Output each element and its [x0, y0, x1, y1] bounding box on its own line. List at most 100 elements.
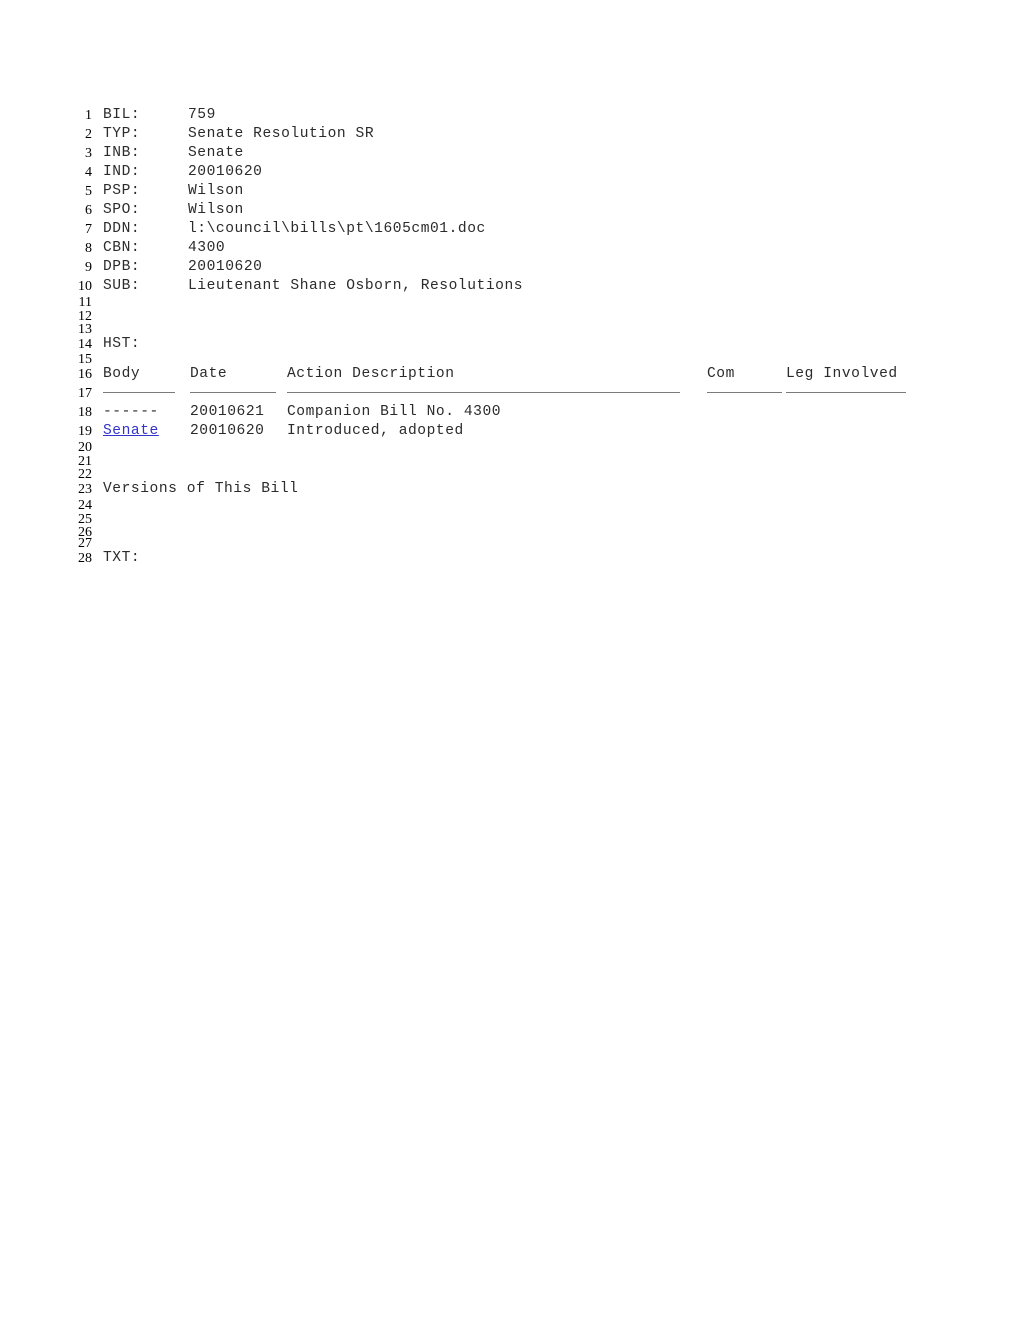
field-content: DDN: l:\council\bills\pt\1605cm01.doc	[103, 220, 486, 239]
blank-line: 11	[0, 296, 1020, 310]
field-value: l:\council\bills\pt\1605cm01.doc	[188, 221, 486, 237]
field-row: 10 SUB: Lieutenant Shane Osborn, Resoluti…	[0, 277, 1020, 296]
field-content: IND: 20010620	[103, 163, 262, 182]
field-content: CBN: 4300	[103, 239, 225, 258]
line-number: 20	[78, 440, 92, 455]
cell-action-description: Companion Bill No. 4300	[287, 404, 502, 420]
line-number: 22	[78, 467, 92, 482]
line-number: 11	[78, 295, 92, 310]
field-label: BIL:	[103, 107, 141, 123]
blank-line: 26	[0, 526, 1020, 540]
column-header-leg-involved: Leg Involved	[786, 366, 898, 382]
history-table-separator-row: 17	[0, 384, 1020, 403]
field-content: BIL: 759	[103, 106, 216, 125]
line-number: 15	[78, 352, 92, 367]
field-value: Wilson	[188, 202, 244, 218]
line-number: 18	[78, 405, 92, 420]
field-value: Lieutenant Shane Osborn, Resolutions	[188, 278, 524, 294]
field-label: CBN:	[103, 240, 141, 256]
cell-action-description: Introduced, adopted	[287, 423, 464, 439]
line-number: 7	[85, 222, 92, 237]
line-number: 3	[85, 146, 92, 161]
column-header-date: Date	[190, 366, 228, 382]
line-number: 16	[78, 367, 92, 382]
field-content: SPO: Wilson	[103, 201, 244, 220]
field-value: Senate	[188, 145, 244, 161]
field-value: Wilson	[188, 183, 244, 199]
line-number: 19	[78, 424, 92, 439]
rule-date	[190, 392, 276, 393]
field-value: 20010620	[188, 259, 263, 275]
field-content: INB: Senate	[103, 144, 244, 163]
table-row: 19 Senate 20010620 Introduced, adopted	[0, 422, 1020, 441]
blank-line: 21	[0, 455, 1020, 469]
field-row: 2 TYP: Senate Resolution SR	[0, 125, 1020, 144]
field-label: INB:	[103, 145, 141, 161]
field-row: 7 DDN: l:\council\bills\pt\1605cm01.doc	[0, 220, 1020, 239]
line-number: 6	[85, 203, 92, 218]
text-section-header: 28 TXT:	[0, 549, 1020, 568]
line-number: 8	[85, 241, 92, 256]
table-row: 18 ------ 20010621 Companion Bill No. 43…	[0, 403, 1020, 422]
field-row: 3 INB: Senate	[0, 144, 1020, 163]
history-section-header: 14 HST:	[0, 335, 1020, 354]
blank-line: 13	[0, 322, 1020, 337]
field-value: 4300	[188, 240, 226, 256]
column-header-com: Com	[707, 366, 735, 382]
field-row: 5 PSP: Wilson	[0, 182, 1020, 201]
field-row: 6 SPO: Wilson	[0, 201, 1020, 220]
blank-line: 20	[0, 441, 1020, 455]
column-header-body: Body	[103, 366, 141, 382]
line-number: 23	[78, 482, 92, 497]
blank-line: 12	[0, 310, 1020, 324]
blank-line: 25	[0, 513, 1020, 527]
rule-action-description	[287, 392, 680, 393]
line-number: 1	[85, 108, 92, 123]
field-label: IND:	[103, 164, 141, 180]
line-number: 5	[85, 184, 92, 199]
field-label: DDN:	[103, 221, 141, 237]
line-number: 9	[85, 260, 92, 275]
field-row: 8 CBN: 4300	[0, 239, 1020, 258]
line-number: 10	[78, 279, 92, 294]
rule-body	[103, 392, 175, 393]
column-rules	[0, 384, 1020, 403]
cell-date: 20010621	[190, 404, 265, 420]
senate-body-link[interactable]: Senate	[103, 423, 159, 439]
blank-line: 15	[0, 352, 1020, 367]
field-label: TYP:	[103, 126, 141, 142]
bill-listing: 1 BIL: 759 2 TYP: Senate Resolution SR 3 I…	[0, 106, 1020, 568]
field-row: 1 BIL: 759	[0, 106, 1020, 125]
blank-line: 22	[0, 467, 1020, 482]
cell-date: 20010620	[190, 423, 265, 439]
line-number: 4	[85, 165, 92, 180]
field-label: SUB:	[103, 278, 141, 294]
history-table-header-row: 16 Body Date Action Description Com Leg …	[0, 365, 1020, 384]
field-label: SPO:	[103, 202, 141, 218]
hst-label: HST:	[103, 336, 141, 352]
cell-body: Senate	[103, 422, 159, 441]
line-number: 24	[78, 498, 92, 513]
field-value: Senate Resolution SR	[188, 126, 375, 142]
field-value: 759	[188, 107, 216, 123]
field-content: SUB: Lieutenant Shane Osborn, Resolutions	[103, 277, 523, 296]
field-row: 9 DPB: 20010620	[0, 258, 1020, 277]
line-number: 28	[78, 551, 92, 566]
field-value: 20010620	[188, 164, 263, 180]
rule-com	[707, 392, 782, 393]
versions-section: 23 Versions of This Bill	[0, 480, 1020, 499]
line-number: 27	[78, 536, 92, 551]
field-content: PSP: Wilson	[103, 182, 244, 201]
cell-body: ------	[103, 404, 159, 420]
document-page: 1 BIL: 759 2 TYP: Senate Resolution SR 3 I…	[0, 0, 1020, 1320]
column-header-action-description: Action Description	[287, 366, 455, 382]
field-content: TYP: Senate Resolution SR	[103, 125, 374, 144]
txt-label: TXT:	[103, 550, 141, 566]
rule-leg-involved	[786, 392, 906, 393]
line-number: 13	[78, 322, 92, 337]
blank-line: 24	[0, 499, 1020, 513]
line-number: 2	[85, 127, 92, 142]
field-row: 4 IND: 20010620	[0, 163, 1020, 182]
versions-heading: Versions of This Bill	[103, 481, 299, 497]
field-label: PSP:	[103, 183, 141, 199]
